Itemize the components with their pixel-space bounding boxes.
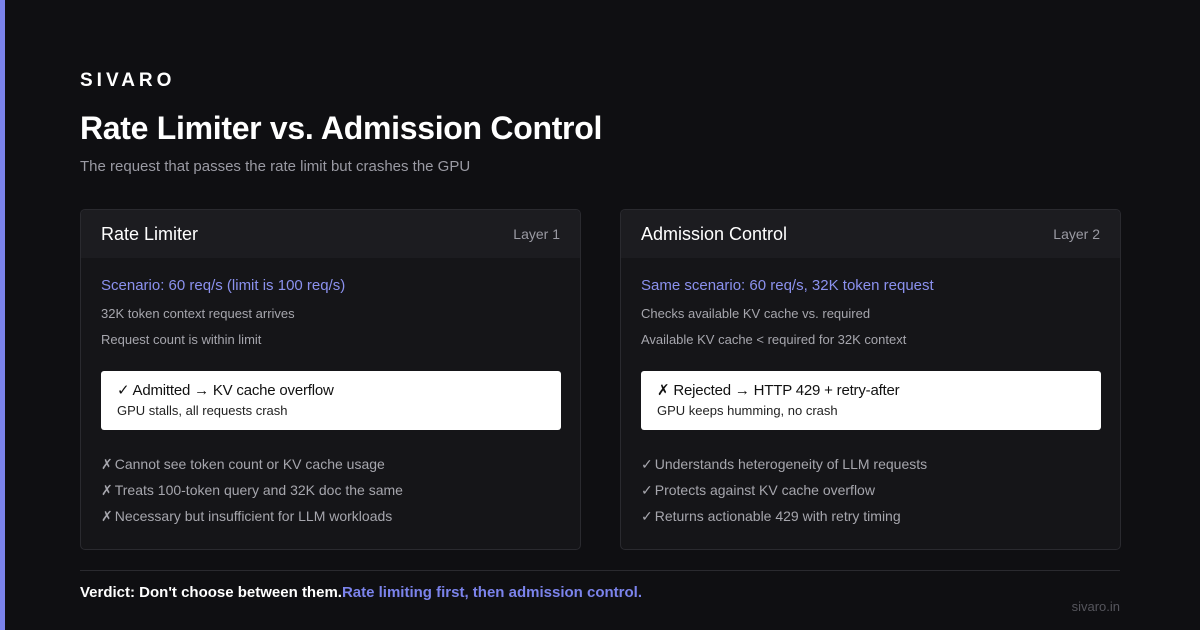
card-title: Rate Limiter (101, 223, 199, 244)
detail-line: 32K token context request arrives (101, 306, 295, 321)
card-title: Admission Control (641, 223, 788, 244)
cross-icon: ✗ (101, 508, 113, 524)
list-item: ✗ Necessary but insufficient for LLM work… (101, 506, 403, 532)
rate-limiter-card: Rate Limiter Layer 1 Scenario: 60 req/s … (80, 209, 581, 550)
point-text: Understands heterogeneity of LLM request… (654, 456, 928, 472)
accent-bar (0, 0, 5, 630)
point-text: Protects against KV cache overflow (654, 482, 875, 498)
check-icon: ✓ (641, 508, 653, 524)
verdict: Verdict: Don't choose between them.Rate … (80, 584, 642, 601)
card-header: Rate Limiter Layer 1 (81, 210, 580, 258)
point-text: Cannot see token count or KV cache usage (114, 456, 385, 472)
check-icon: ✓ (641, 456, 653, 472)
verdict-label: Verdict: Don't choose between them. (80, 584, 342, 601)
divider (80, 570, 1120, 571)
scenario-text: Same scenario: 60 req/s, 32K token reque… (641, 277, 934, 294)
cross-icon: ✗ (101, 456, 113, 472)
admission-control-card: Admission Control Layer 2 Same scenario:… (620, 209, 1121, 550)
scenario-text: Scenario: 60 req/s (limit is 100 req/s) (101, 277, 346, 294)
detail-line: Checks available KV cache vs. required (641, 306, 871, 321)
result-subtext: GPU keeps humming, no crash (657, 403, 838, 418)
point-list: ✗ Cannot see token count or KV cache usag… (101, 454, 403, 532)
detail-line: Request count is within limit (101, 332, 262, 347)
result-title: ✗ Rejected → HTTP 429 + retry-after (657, 382, 900, 399)
list-item: ✗ Treats 100-token query and 32K doc the … (101, 480, 403, 506)
cross-icon: ✗ (101, 482, 113, 498)
layer-label: Layer 2 (1053, 226, 1100, 242)
check-icon: ✓ (641, 482, 653, 498)
brand-logo: SIVARO (80, 70, 176, 91)
point-text: Treats 100-token query and 32K doc the s… (114, 482, 403, 498)
result-subtext: GPU stalls, all requests crash (117, 403, 288, 418)
point-text: Returns actionable 429 with retry timing (654, 508, 901, 524)
list-item: ✓ Understands heterogeneity of LLM reques… (641, 454, 927, 480)
detail-line: Available KV cache < required for 32K co… (641, 332, 907, 347)
page-subtitle: The request that passes the rate limit b… (80, 158, 471, 175)
point-list: ✓ Understands heterogeneity of LLM reques… (641, 454, 927, 532)
point-text: Necessary but insufficient for LLM workl… (114, 508, 393, 524)
list-item: ✓ Returns actionable 429 with retry timin… (641, 506, 927, 532)
page-title: Rate Limiter vs. Admission Control (80, 110, 603, 146)
result-box: ✓ Admitted → KV cache overflow GPU stall… (101, 371, 561, 430)
list-item: ✓ Protects against KV cache overflow (641, 480, 927, 506)
card-header: Admission Control Layer 2 (621, 210, 1120, 258)
list-item: ✗ Cannot see token count or KV cache usag… (101, 454, 403, 480)
verdict-highlight: Rate limiting first, then admission cont… (341, 584, 642, 601)
layer-label: Layer 1 (513, 226, 560, 242)
result-box: ✗ Rejected → HTTP 429 + retry-after GPU … (641, 371, 1101, 430)
footer-url: sivaro.in (1071, 599, 1120, 614)
result-title: ✓ Admitted → KV cache overflow (117, 382, 334, 399)
